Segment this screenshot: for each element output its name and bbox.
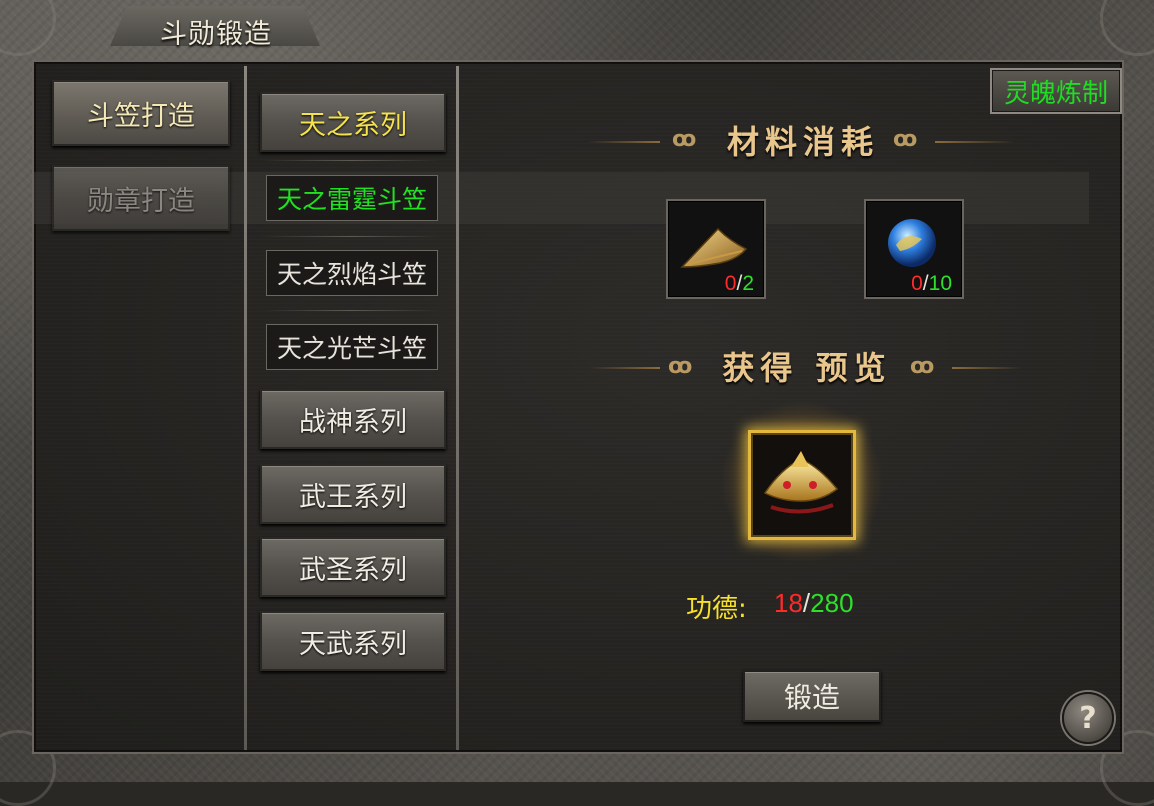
preview-item-slot[interactable] — [748, 430, 856, 540]
ornament-line — [935, 141, 1015, 143]
merit-label: 功德: — [686, 594, 747, 624]
column-divider — [244, 66, 247, 750]
merit-value: 18/280 — [774, 588, 854, 618]
scroll-ornament-icon: ꝏ — [672, 127, 697, 152]
scroll-ornament-icon: ꝏ — [910, 354, 935, 379]
scroll-ornament-icon: ꝏ — [893, 127, 918, 152]
item-flame-hat[interactable]: 天之烈焰斗笠 — [266, 250, 438, 296]
spirit-refine-button[interactable]: 灵魄炼制 — [990, 68, 1122, 114]
material-count: 0/10 — [911, 272, 952, 295]
divider — [262, 160, 440, 161]
divider — [262, 310, 440, 311]
item-thunder-hat[interactable]: 天之雷霆斗笠 — [266, 175, 438, 221]
preview-title: 获得 预览 — [722, 349, 892, 387]
ornament-line — [590, 367, 660, 369]
material-slot-hat[interactable]: 0/2 — [666, 199, 766, 299]
window-title: 斗勋锻造 — [160, 19, 272, 50]
series-martial-king-button[interactable]: 武王系列 — [260, 464, 446, 524]
category-hat-forge-button[interactable]: 斗笠打造 — [52, 80, 230, 146]
divider — [262, 236, 440, 237]
series-tianwu-button[interactable]: 天武系列 — [260, 611, 446, 671]
thunder-hat-icon — [763, 451, 839, 514]
material-slot-orb[interactable]: 0/10 — [864, 199, 964, 299]
materials-title: 材料消耗 — [726, 123, 879, 161]
series-martial-saint-button[interactable]: 武圣系列 — [260, 537, 446, 597]
scroll-ornament-icon: ꝏ — [668, 354, 693, 379]
category-medal-forge-button[interactable]: 勋章打造 — [52, 165, 230, 231]
forge-button[interactable]: 锻造 — [743, 670, 881, 722]
material-count: 0/2 — [724, 272, 754, 295]
series-war-god-button[interactable]: 战神系列 — [260, 389, 446, 449]
ornament-line — [952, 367, 1022, 369]
help-icon[interactable]: ? — [1062, 692, 1114, 744]
column-divider — [456, 66, 459, 750]
item-radiance-hat[interactable]: 天之光芒斗笠 — [266, 324, 438, 370]
ornament-line — [588, 141, 660, 143]
series-tian-button[interactable]: 天之系列 — [260, 92, 446, 152]
